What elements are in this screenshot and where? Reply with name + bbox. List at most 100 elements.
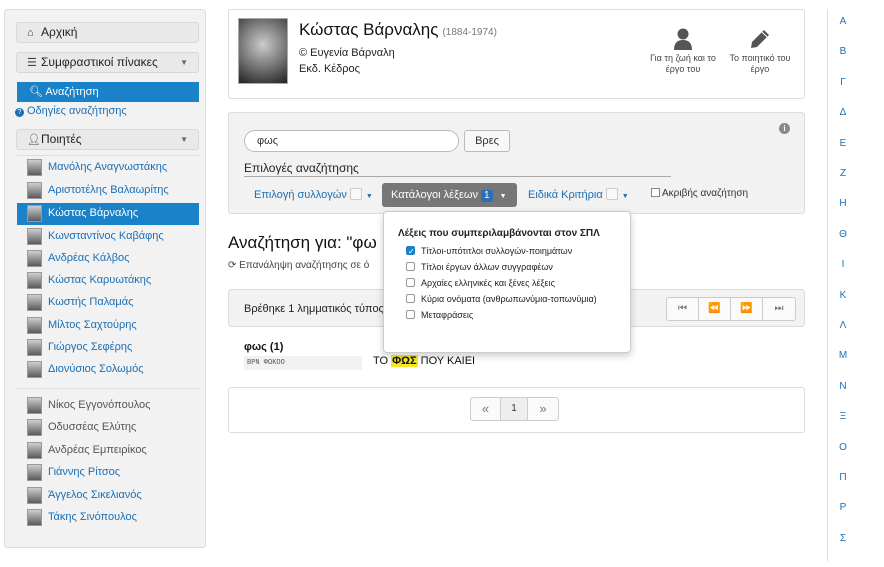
alphabet-letter[interactable]: Ζ — [836, 168, 850, 179]
poet-avatar — [27, 487, 42, 504]
life-and-work-link[interactable]: Για τη ζωή και το έργο του — [647, 28, 719, 75]
catalogs-dropdown[interactable]: Κατάλογοι λέξεων 1 ▼ — [382, 183, 517, 207]
poet-title: Κώστας Βάρναλης (1884-1974) — [299, 20, 497, 40]
poet-name: Κώστας Καρυωτάκης — [48, 274, 152, 286]
poet-name: Άγγελος Σικελιανός — [48, 489, 142, 501]
result-lemma[interactable]: φως (1) — [244, 341, 283, 353]
poet-item[interactable]: Άγγελος Σικελιανός — [17, 485, 199, 507]
result-text-after: ΠΟΥ ΚΑΙΕΙ — [417, 355, 476, 367]
poet-header: Κώστας Βάρναλης (1884-1974) © Ευγενία Βάρ… — [228, 9, 805, 99]
alphabet-letter[interactable]: Π — [836, 472, 850, 483]
alphabet-letter[interactable]: Δ — [836, 107, 850, 118]
first-page-button[interactable]: ⏮ — [667, 298, 699, 320]
user-icon: 👤︎ — [27, 134, 41, 146]
poet-avatar — [27, 250, 42, 267]
poet-item[interactable]: Τάκης Σινόπουλος — [17, 507, 199, 529]
poet-name: Ανδρέας Κάλβος — [48, 252, 130, 264]
alphabet-letter[interactable]: Κ — [836, 290, 850, 301]
poetic-work-link[interactable]: Το ποιητικό του έργο — [724, 28, 796, 75]
divider — [244, 176, 671, 177]
option-checkbox[interactable] — [406, 294, 415, 303]
poet-item[interactable]: Κωστής Παλαμάς — [17, 292, 199, 314]
repeat-search-link[interactable]: ⟳ Επανάληψη αναζήτησης σε ό — [228, 260, 369, 271]
alphabet-letter[interactable]: Ξ — [836, 411, 850, 422]
result-code: ΒΡΝ ΦΩΚΟΟ — [244, 356, 362, 370]
poet-item: Νίκος Εγγονόπουλος — [17, 395, 199, 417]
poet-avatar — [27, 182, 42, 199]
dropdown-option[interactable]: Αρχαίες ελληνικές και ξένες λέξεις — [398, 276, 616, 292]
poet-item-selected[interactable]: Κώστας Βάρναλης — [17, 203, 199, 225]
last-page-button[interactable]: ⏭ — [763, 298, 795, 320]
concordances-menu[interactable]: ☰ Συμφραστικοί πίνακες ▼ — [16, 52, 199, 73]
copyright-text: © Ευγενία Βάρναλη — [299, 47, 395, 59]
exact-search-label: Ακριβής αναζήτηση — [662, 188, 749, 199]
prev-page-button[interactable]: ⏪ — [699, 298, 731, 320]
poet-item[interactable]: Κωνσταντίνος Καβάφης — [17, 226, 199, 248]
option-label: Μεταφράσεις — [421, 310, 474, 320]
alphabet-letter[interactable]: Α — [836, 16, 850, 27]
option-checkbox[interactable] — [406, 244, 415, 259]
alphabet-letter[interactable]: Β — [836, 46, 850, 57]
poet-item[interactable]: Μίλτος Σαχτούρης — [17, 315, 199, 337]
dropdown-option[interactable]: Τίτλοι-υπότιτλοι συλλογών-ποιημάτων — [398, 244, 616, 260]
alphabet-letter[interactable]: Γ — [836, 77, 850, 88]
dropdown-option[interactable]: Κύρια ονόματα (ανθρωπωνύμια-τοπωνύμια) — [398, 292, 616, 308]
poet-name: Οδυσσέας Ελύτης — [48, 421, 137, 433]
alphabet-letter[interactable]: Σ — [836, 533, 850, 544]
alphabet-letter[interactable]: Ν — [836, 381, 850, 392]
poet-avatar — [27, 272, 42, 289]
next-page-button[interactable]: » — [528, 398, 558, 420]
alphabet-letter[interactable]: Λ — [836, 320, 850, 331]
poet-item[interactable]: Γιάννης Ρίτσος — [17, 462, 199, 484]
dropdown-option[interactable]: Μεταφράσεις — [398, 308, 616, 324]
search-link[interactable]: 🔍︎ Αναζήτηση — [17, 82, 199, 102]
caret-down-icon: ▼ — [621, 193, 629, 200]
refresh-icon: ⟳ — [228, 260, 237, 271]
alphabet-letter[interactable]: Ι — [836, 259, 850, 270]
search-icon: 🔍︎ — [29, 86, 43, 98]
catalogs-label: Κατάλογοι λέξεων — [391, 189, 479, 201]
poet-item[interactable]: Αριστοτέλης Βαλαωρίτης — [17, 180, 199, 202]
criteria-dropdown[interactable]: Ειδικά Κριτήρια ▼ — [528, 188, 629, 201]
list-icon: ☰ — [27, 57, 37, 69]
criteria-checkbox[interactable] — [605, 188, 618, 200]
dropdown-option[interactable]: Τίτλοι έργων άλλων συγγραφέων — [398, 260, 616, 276]
search-input[interactable] — [244, 130, 459, 152]
alphabet-letter[interactable]: Ο — [836, 442, 850, 453]
option-checkbox[interactable] — [406, 310, 415, 319]
next-page-button[interactable]: ⏩ — [731, 298, 763, 320]
collections-dropdown[interactable]: Επιλογή συλλογών ▼ — [254, 188, 373, 201]
poet-item[interactable]: Μανόλης Αναγνωστάκης — [17, 157, 199, 179]
poet-item[interactable]: Ανδρέας Κάλβος — [17, 248, 199, 270]
option-checkbox[interactable] — [406, 278, 415, 287]
alphabet-letter[interactable]: Θ — [836, 229, 850, 240]
poet-item[interactable]: Γιώργος Σεφέρης — [17, 337, 199, 359]
work-label: Το ποιητικό του έργο — [729, 53, 791, 74]
home-link[interactable]: ⌂ Αρχική — [16, 22, 199, 43]
alphabet-letter[interactable]: Ε — [836, 138, 850, 149]
poet-name: Μανόλης Αναγνωστάκης — [48, 161, 168, 173]
poet-item[interactable]: Διονύσιος Σολωμός — [17, 359, 199, 381]
alphabet-letter[interactable]: Μ — [836, 350, 850, 361]
poet-name: Μίλτος Σαχτούρης — [48, 319, 137, 331]
poets-menu[interactable]: 👤︎Ποιητές ▼ — [16, 129, 199, 150]
poet-item[interactable]: Κώστας Καρυωτάκης — [17, 270, 199, 292]
criteria-label: Ειδικά Κριτήρια — [528, 189, 603, 201]
option-checkbox[interactable] — [406, 262, 415, 271]
poet-avatar — [27, 419, 42, 436]
exact-search-checkbox[interactable] — [651, 188, 660, 197]
prev-page-button[interactable]: « — [471, 398, 501, 420]
alphabet-letter[interactable]: Ρ — [836, 502, 850, 513]
result-highlight: ΦΩΣ — [391, 355, 418, 367]
current-page[interactable]: 1 — [501, 398, 528, 420]
info-icon[interactable]: i — [779, 123, 790, 134]
search-help-link[interactable]: ? Οδηγίες αναζήτησης — [15, 105, 127, 117]
catalogs-dropdown-menu: Λέξεις που συμπεριλαμβάνονται στον ΣΠΛ Τ… — [383, 211, 631, 353]
option-label: Τίτλοι-υπότιτλοι συλλογών-ποιημάτων — [421, 246, 573, 256]
search-button[interactable]: Βρες — [464, 130, 510, 152]
alphabet-letter[interactable]: Η — [836, 198, 850, 209]
poet-avatar — [27, 339, 42, 356]
exact-search-option[interactable]: Ακριβής αναζήτηση — [651, 188, 748, 199]
catalogs-count-badge: 1 — [481, 190, 493, 202]
collections-checkbox[interactable] — [349, 188, 362, 200]
